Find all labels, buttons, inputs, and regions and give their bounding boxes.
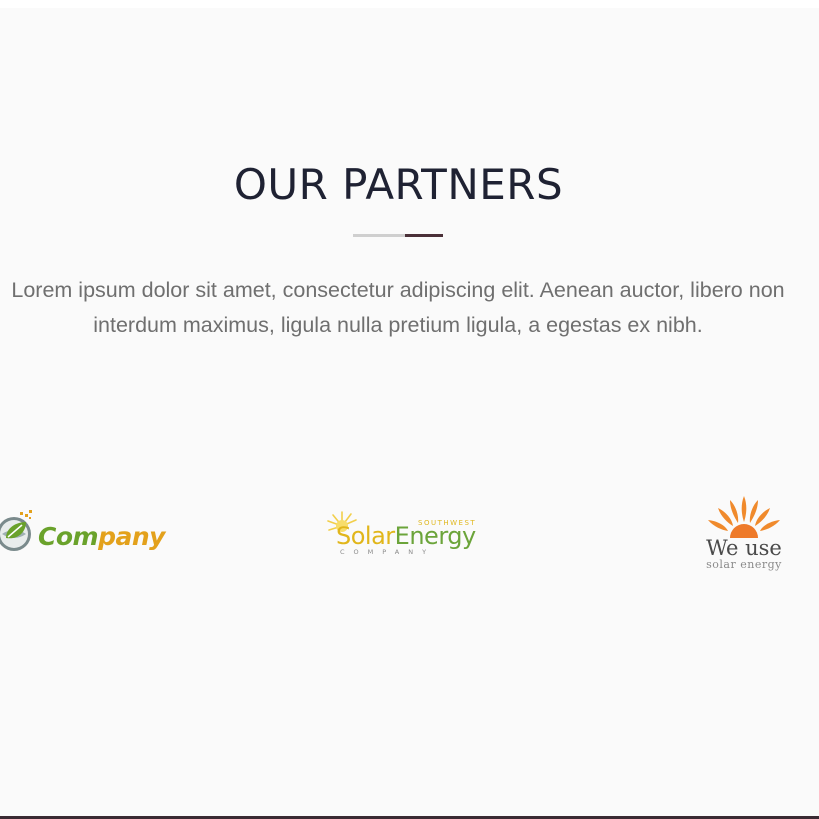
we-use-wordmark: We use — [706, 536, 782, 560]
solar-tagline-bottom: COMPANY — [340, 548, 436, 556]
sunrise-icon — [708, 496, 780, 538]
title-divider — [353, 234, 443, 237]
solar-wordmark: SolarEnergy — [336, 522, 476, 550]
partner-logo-company[interactable]: Company — [0, 508, 165, 564]
divider-accent-segment — [405, 234, 443, 237]
section-description: Lorem ipsum dolor sit amet, consectetur … — [0, 273, 819, 343]
partners-section: OUR PARTNERS Lorem ipsum dolor sit amet,… — [0, 8, 819, 816]
partner-logo-solar-energy[interactable]: SOUTHWEST SolarEnergy COMPANY — [326, 510, 492, 560]
description-line-1: Lorem ipsum dolor sit amet, consectetur … — [11, 278, 785, 302]
partner-logos: Company SOUTHWEST SolarEnergy COMPANY We… — [0, 488, 819, 588]
we-use-subtitle: solar energy — [706, 558, 782, 571]
section-title: OUR PARTNERS — [233, 160, 564, 209]
partner-logo-we-use-solar[interactable]: We use solar energy — [700, 494, 792, 580]
company-wordmark: Company — [38, 522, 165, 551]
globe-leaf-icon — [0, 510, 32, 551]
divider-light-segment — [353, 234, 405, 237]
description-line-2: interdum maximus, ligula nulla pretium l… — [93, 313, 703, 337]
